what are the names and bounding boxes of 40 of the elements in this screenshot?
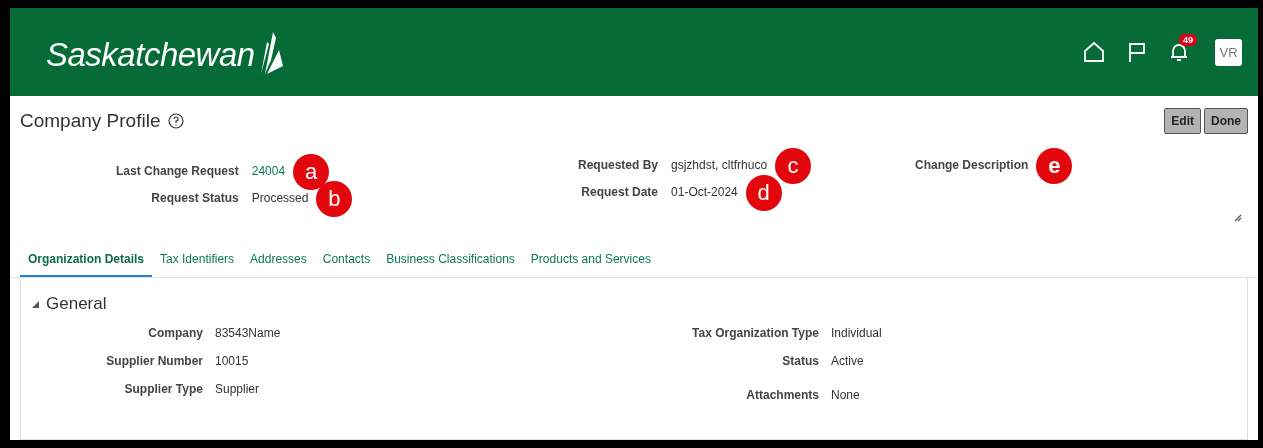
field-value: Individual <box>831 326 882 340</box>
field-label: Company <box>147 326 203 340</box>
tab[interactable]: Addresses <box>242 244 315 277</box>
field-value: Supplier <box>215 382 260 396</box>
field-value: None <box>831 388 860 402</box>
collapse-triangle-icon[interactable] <box>31 299 40 309</box>
field-label: Request Status <box>150 191 239 205</box>
callout-marker: d <box>745 175 782 211</box>
field-label: Last Change Request <box>116 164 239 178</box>
field-label: Status <box>781 354 819 368</box>
edit-button[interactable]: Edit <box>1164 108 1201 134</box>
callout-marker: b <box>316 181 353 217</box>
section-title: General <box>46 294 107 314</box>
help-icon[interactable] <box>168 113 185 129</box>
tab[interactable]: Organization Details <box>20 244 153 277</box>
notifications-icon[interactable] <box>1169 42 1189 62</box>
notification-count: 49 <box>1179 34 1197 46</box>
user-avatar[interactable]: VR <box>1215 38 1242 66</box>
tab[interactable]: Tax Identifiers <box>152 244 243 277</box>
field-value: 10015 <box>215 354 249 368</box>
home-icon[interactable] <box>1083 41 1105 63</box>
callout-marker: e <box>1036 148 1073 184</box>
field-label: Requested By <box>578 158 659 172</box>
tab[interactable]: Products and Services <box>522 244 659 277</box>
flag-icon[interactable] <box>1127 42 1147 62</box>
page-title: Company Profile <box>20 110 161 132</box>
done-button[interactable]: Done <box>1204 108 1248 134</box>
field-value: Active <box>831 354 864 368</box>
callout-marker: c <box>775 148 812 184</box>
logo-text: Saskatchewan <box>46 36 255 74</box>
resize-handle-icon[interactable] <box>1234 214 1242 222</box>
field-value: 83543Name <box>215 326 281 340</box>
field-label: Supplier Type <box>123 382 203 396</box>
field-label: Supplier Number <box>105 354 203 368</box>
tab[interactable]: Contacts <box>314 244 379 277</box>
field-label: Request Date <box>580 185 659 199</box>
callout-marker: a <box>293 154 330 190</box>
field-label: Tax Organization Type <box>691 326 819 340</box>
tab[interactable]: Business Classifications <box>378 244 523 277</box>
field-label: Attachments <box>745 388 819 402</box>
